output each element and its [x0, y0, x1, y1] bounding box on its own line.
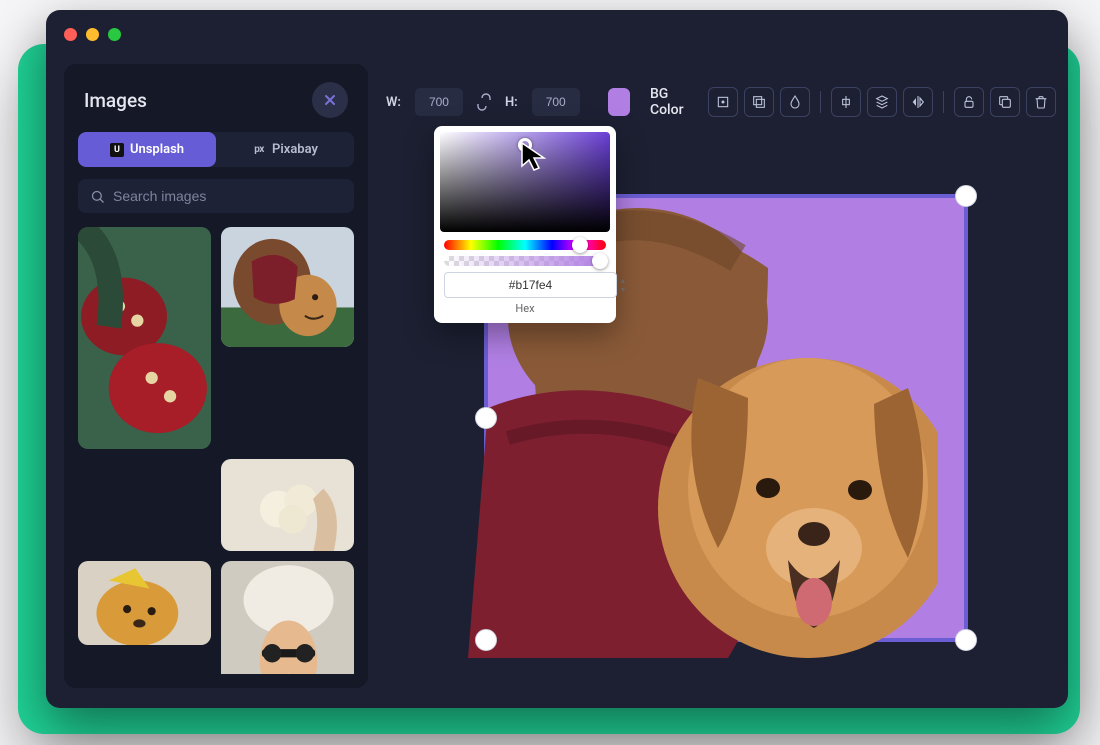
search-input[interactable] [113, 188, 342, 204]
images-panel: Images U Unsplash px Pixabay [64, 64, 368, 688]
resize-handle-mid-left[interactable] [475, 407, 497, 429]
resize-handle-top-right[interactable] [955, 185, 977, 207]
format-label: Hex [440, 302, 610, 315]
delete-button[interactable] [1026, 87, 1056, 117]
align-center-button[interactable] [831, 87, 861, 117]
search-icon [90, 189, 105, 204]
copy-icon [997, 94, 1013, 110]
gallery-thumb[interactable] [221, 459, 354, 551]
alpha-slider[interactable] [444, 256, 606, 266]
link-dimensions-button[interactable] [477, 92, 491, 112]
window-close-dot[interactable] [64, 28, 77, 41]
app-window: Images U Unsplash px Pixabay [46, 10, 1068, 708]
images-panel-title: Images [84, 89, 147, 112]
layers-button[interactable] [744, 87, 774, 117]
close-icon [322, 92, 338, 108]
images-panel-header: Images [78, 78, 354, 132]
toolbar-separator [820, 91, 821, 113]
crop-icon [715, 94, 731, 110]
canvas-toolbar: W: H: BG Color [386, 84, 1056, 120]
chevron-down-icon: ▾ [621, 285, 625, 294]
tool-group [708, 87, 1056, 117]
resize-handle-bottom-right[interactable] [955, 629, 977, 651]
unsplash-icon: U [110, 143, 124, 157]
tab-label: Pixabay [272, 142, 318, 157]
hue-slider[interactable] [444, 240, 606, 250]
images-panel-close-button[interactable] [312, 82, 348, 118]
window-controls [64, 28, 121, 41]
tab-label: Unsplash [130, 142, 184, 157]
image-search[interactable] [78, 179, 354, 213]
flip-button[interactable] [903, 87, 933, 117]
format-stepper[interactable]: ▴ ▾ [621, 276, 625, 294]
alpha-knob[interactable] [592, 253, 608, 269]
flip-icon [910, 94, 926, 110]
toolbar-separator [943, 91, 944, 113]
crop-button[interactable] [708, 87, 738, 117]
sv-handle[interactable] [518, 138, 532, 152]
hex-input[interactable] [444, 272, 617, 298]
droplet-icon [787, 94, 803, 110]
gallery-thumb[interactable] [78, 227, 211, 449]
window-minimize-dot[interactable] [86, 28, 99, 41]
height-label: H: [505, 95, 518, 110]
width-label: W: [386, 95, 401, 110]
color-picker-popover: ▴ ▾ Hex [434, 126, 616, 323]
chevron-up-icon: ▴ [621, 276, 625, 285]
trash-icon [1033, 94, 1049, 110]
height-input[interactable] [532, 88, 580, 116]
stack-icon [874, 94, 890, 110]
stack-button[interactable] [867, 87, 897, 117]
gallery-thumb[interactable] [78, 561, 211, 645]
tab-pixabay[interactable]: px Pixabay [216, 132, 354, 167]
hue-knob[interactable] [572, 237, 588, 253]
opacity-button[interactable] [780, 87, 810, 117]
lock-button[interactable] [954, 87, 984, 117]
width-input[interactable] [415, 88, 463, 116]
duplicate-button[interactable] [990, 87, 1020, 117]
window-zoom-dot[interactable] [108, 28, 121, 41]
pixabay-icon: px [252, 143, 266, 157]
link-icon [477, 92, 491, 112]
unlock-icon [961, 94, 977, 110]
gallery-thumb[interactable] [221, 561, 354, 674]
bg-color-label: BG Color [650, 86, 694, 118]
tab-unsplash[interactable]: U Unsplash [78, 132, 216, 167]
gallery-thumb[interactable] [221, 227, 354, 347]
align-center-icon [838, 94, 854, 110]
resize-handle-bottom-left[interactable] [475, 629, 497, 651]
image-gallery [78, 227, 354, 674]
saturation-value-area[interactable] [440, 132, 610, 232]
layers-icon [751, 94, 767, 110]
image-source-tabs: U Unsplash px Pixabay [78, 132, 354, 167]
bg-color-swatch[interactable] [608, 88, 630, 116]
